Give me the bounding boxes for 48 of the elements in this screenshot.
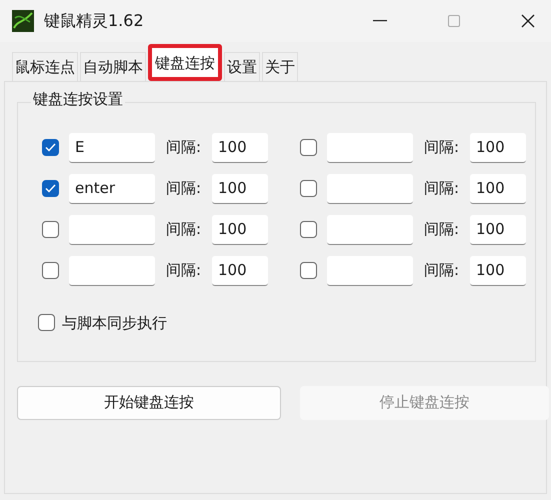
check-icon [45, 143, 56, 152]
key-field[interactable] [327, 132, 413, 162]
interval-label: 间隔: [166, 178, 202, 200]
app-icon [12, 10, 34, 32]
checkbox[interactable] [300, 180, 317, 197]
start-button[interactable]: 开始键盘连按 [17, 386, 281, 420]
checkbox-label: 与脚本同步执行 [62, 312, 167, 334]
checkbox[interactable] [42, 180, 59, 197]
interval-label: 间隔: [424, 178, 460, 200]
group-title: 键盘连按设置 [31, 90, 125, 108]
close-icon [521, 14, 535, 28]
window-title: 键鼠精灵1.62 [44, 10, 144, 32]
interval-label: 间隔: [166, 260, 202, 282]
interval-label: 间隔: [424, 219, 460, 240]
key-field[interactable]: E [69, 132, 155, 162]
tab[interactable]: 设置 [224, 52, 260, 81]
interval-label: 间隔: [166, 137, 202, 158]
minimize-icon [373, 20, 387, 22]
checkbox[interactable] [300, 262, 317, 279]
tab[interactable]: 鼠标连点 [12, 52, 78, 81]
interval-field[interactable]: 100 [470, 174, 526, 204]
key-field[interactable] [69, 214, 155, 244]
checkbox[interactable] [300, 221, 317, 238]
key-field[interactable] [327, 174, 413, 204]
maximize-icon [448, 15, 460, 27]
interval-field[interactable]: 100 [212, 174, 268, 204]
checkbox[interactable] [38, 314, 55, 332]
interval-label: 间隔: [424, 137, 460, 158]
interval-field[interactable]: 100 [470, 256, 526, 286]
checkbox[interactable] [42, 262, 59, 279]
interval-field[interactable]: 100 [470, 214, 526, 244]
key-field[interactable]: enter [69, 174, 155, 204]
interval-field[interactable]: 100 [212, 214, 268, 244]
checkbox[interactable] [42, 139, 59, 156]
key-field[interactable] [69, 256, 155, 286]
interval-label: 间隔: [166, 219, 202, 240]
key-field[interactable] [327, 214, 413, 244]
checkbox[interactable] [300, 139, 317, 156]
interval-field[interactable]: 100 [212, 256, 268, 286]
interval-label: 间隔: [424, 260, 460, 282]
tab[interactable]: 自动脚本 [80, 52, 146, 81]
interval-field[interactable]: 100 [212, 132, 268, 162]
interval-field[interactable]: 100 [470, 132, 526, 162]
checkbox[interactable] [42, 221, 59, 238]
tab[interactable]: 关于 [262, 52, 298, 81]
tab[interactable]: 键盘连按 [148, 44, 222, 81]
key-field[interactable] [327, 256, 413, 286]
check-icon [45, 184, 56, 193]
